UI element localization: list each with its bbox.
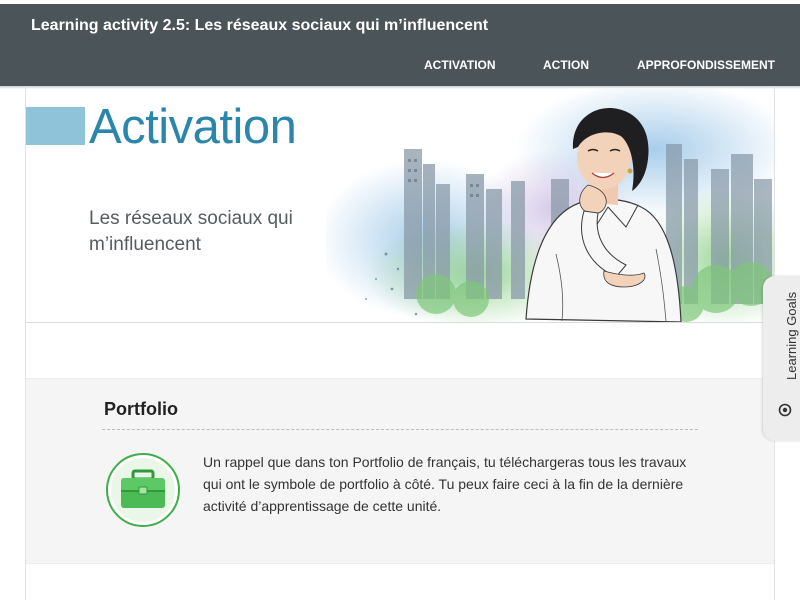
hero-accent-square [26,107,85,145]
nav-action[interactable]: ACTION [543,58,589,72]
portfolio-title: Portfolio [104,399,178,419]
hero-heading: Activation [89,100,297,154]
briefcase-icon [106,453,180,527]
learning-goals-label: Learning Goals [784,291,799,380]
activity-title: Learning activity 2.5: Les réseaux socia… [31,17,489,34]
hero-banner: Activation Les réseaux sociaux qui m’inf… [26,89,774,322]
target-icon [778,403,792,417]
portfolio-reminder-text: Un rappel que dans ton Portfolio de fran… [203,454,687,514]
top-header: Learning activity 2.5: Les réseaux socia… [0,0,800,86]
portfolio-section: Portfolio Un rappel que dans ton Portfol… [26,378,774,564]
hero-illustration [326,89,774,322]
nav-approfondissement[interactable]: APPROFONDISSEMENT [637,58,775,72]
hero-subtitle: Les réseaux sociaux qui m’influencent [89,208,293,255]
portfolio-divider [102,429,698,430]
hero-divider [26,322,774,323]
nav-activation[interactable]: ACTIVATION [424,58,496,72]
